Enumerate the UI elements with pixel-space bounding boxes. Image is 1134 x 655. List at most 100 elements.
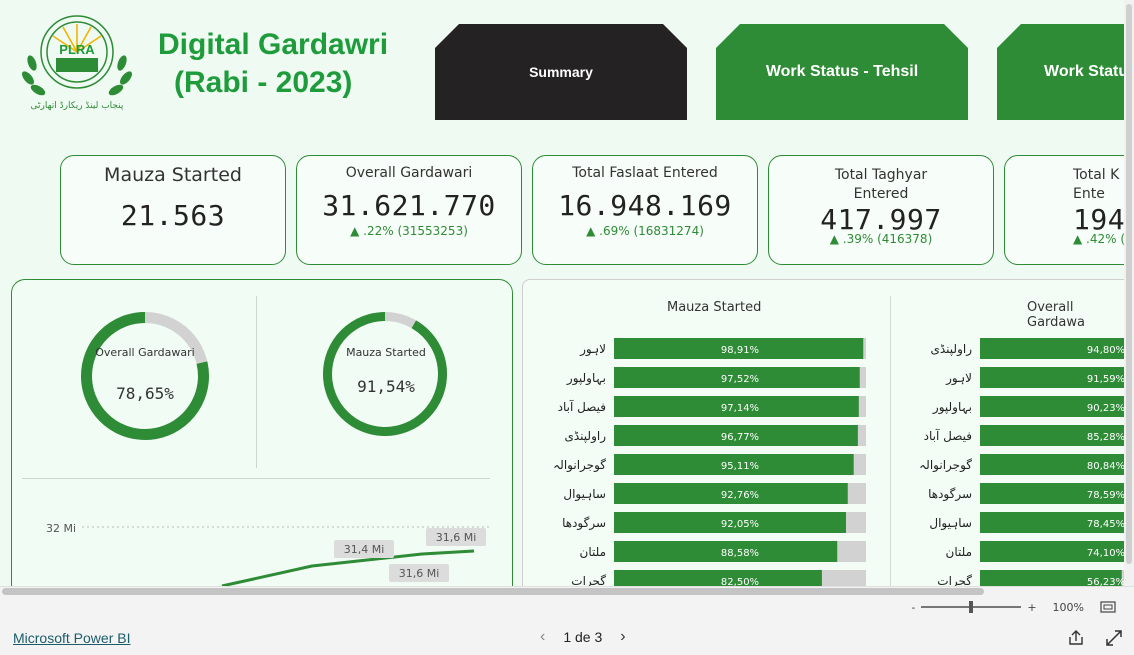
bar-value-label: 97,14% xyxy=(721,403,759,414)
zoom-out-button[interactable]: - xyxy=(911,601,915,614)
bar-category-label: راولپنڈی xyxy=(564,429,606,444)
donut-label: Overall Gardawari xyxy=(95,346,195,359)
kpi-title: Mauza Started xyxy=(104,164,242,186)
bar-value-label: 78,45% xyxy=(1087,519,1124,530)
bar-value-label: 90,23% xyxy=(1087,403,1124,414)
bar-chart-title-mauza-started: Mauza Started xyxy=(667,300,762,315)
bar xyxy=(614,570,822,586)
panel-divider xyxy=(890,296,891,586)
bar-value-label: 91,59% xyxy=(1087,374,1124,385)
kpi-value: 31.621.770 xyxy=(322,189,496,222)
kpi-value: 16.948.169 xyxy=(558,189,732,222)
svg-text:PLRA: PLRA xyxy=(59,42,95,57)
panel-separator xyxy=(22,478,490,479)
data-label: 31,4 Mi xyxy=(344,543,385,556)
y-tick: 32 Mi xyxy=(46,522,76,535)
bar-category-label: لاہور xyxy=(945,371,972,386)
line-chart: 32 Mi 31,4 Mi 31,6 Mi 31,6 Mi xyxy=(46,522,492,586)
donut-chart-mauza-started xyxy=(323,312,447,436)
bar-category-label: راولپنڈی xyxy=(930,342,972,357)
donut-arc xyxy=(323,312,447,436)
kpi-card-mauza-started: Mauza Started 21.563 xyxy=(60,155,286,265)
kpi-title: Total Taghyar Entered xyxy=(834,167,928,202)
fullscreen-icon[interactable] xyxy=(1104,628,1124,648)
summary-button-label: Summary xyxy=(529,64,593,80)
bar-category-label: گجرات xyxy=(937,574,972,586)
title-line-1: Digital Gardawri xyxy=(158,28,389,61)
kpi-delta: ▲ .22% (31553253) xyxy=(350,224,468,238)
kpi-value: 194 xyxy=(1073,204,1124,230)
zoom-slider[interactable] xyxy=(921,601,1022,613)
summary-button[interactable]: Summary xyxy=(435,24,687,120)
work-status-tehsil-button[interactable]: Work Status - Tehsil xyxy=(716,24,968,120)
report-canvas: PLRA پنجاب لینڈ ریکارڈ اتھارٹی Digital G… xyxy=(0,0,1124,586)
horizontal-scrollbar[interactable] xyxy=(2,588,984,595)
bar-value-label: 96,77% xyxy=(721,432,759,443)
kpi-value: 417.997 xyxy=(820,204,942,230)
bar-value-label: 98,91% xyxy=(721,345,759,356)
page-title: Digital Gardawri (Rabi - 2023) xyxy=(158,26,388,102)
bar-value-label: 56,23% xyxy=(1087,577,1124,586)
donut-chart-overall-gardawari xyxy=(81,312,209,440)
panel-divider xyxy=(256,296,257,468)
bar-value-label: 82,50% xyxy=(721,577,759,586)
kpi-value: 21.563 xyxy=(120,199,226,232)
bar-value-label: 80,84% xyxy=(1087,461,1124,472)
bar-value-label: 95,11% xyxy=(721,461,759,472)
kpi-card-total-faslaat: Total Faslaat Entered 16.948.169 ▲ .69% … xyxy=(532,155,758,265)
bar-chart-mauza-started: لاہور 98,91% بہاولپور 97,52% فیصل آباد 97,14%… xyxy=(553,338,866,586)
bar-category-label: گجرات xyxy=(571,574,606,586)
bar-category-label: ملتان xyxy=(580,545,607,559)
next-page-icon[interactable]: › xyxy=(620,628,625,646)
bar-value-label: 92,76% xyxy=(721,490,759,501)
zoom-slider-handle[interactable] xyxy=(969,601,974,613)
bar-category-label: ملتان xyxy=(946,545,973,559)
kpi-delta: ▲ .39% (416378) xyxy=(829,232,933,246)
work-status-tehsil-label: Work Status - Tehsil xyxy=(765,63,919,80)
fit-to-page-icon[interactable] xyxy=(1100,601,1116,613)
bar-category-label: ساہیوال xyxy=(929,516,972,531)
bar-category-label: گوجرانوالہ xyxy=(553,458,606,473)
kpi-card-total-taghyar: Total Taghyar Entered 417.997 ▲ .39% (41… xyxy=(768,155,994,265)
svg-text:پنجاب لینڈ ریکارڈ اتھارٹی: پنجاب لینڈ ریکارڈ اتھارٹی xyxy=(31,101,124,111)
bar-value-label: 92,05% xyxy=(721,519,759,530)
work-status-button[interactable]: Work Statu xyxy=(997,24,1124,120)
donut-value: 78,65% xyxy=(116,384,174,403)
bar-category-label: بہاولپور xyxy=(566,371,606,386)
kpi-card-overall-gardawari: Overall Gardawari 31.621.770 ▲ .22% (315… xyxy=(296,155,522,265)
bar-value-label: 78,59% xyxy=(1087,490,1124,501)
kpi-title: Overall Gardawari xyxy=(345,165,473,181)
bar-category-label: ساہیوال xyxy=(563,487,606,502)
previous-page-icon[interactable]: ‹ xyxy=(540,628,545,646)
share-icon[interactable] xyxy=(1066,628,1086,648)
bar-value-label: 97,52% xyxy=(721,374,759,385)
kpi-delta: ▲ .69% (16831274) xyxy=(586,224,704,238)
bar-category-label: بہاولپور xyxy=(932,400,972,415)
powerbi-link[interactable]: Microsoft Power BI xyxy=(13,630,130,646)
page-navigator: ‹ 1 de 3 › xyxy=(540,628,626,646)
bar-category-label: فیصل آباد xyxy=(558,399,606,414)
bar-category-label: لاہور xyxy=(579,342,606,357)
bar-value-label: 74,10% xyxy=(1087,548,1124,559)
bar-category-label: گوجرانوالہ xyxy=(919,458,972,473)
data-label: 31,6 Mi xyxy=(436,531,477,544)
bar-chart-title-overall-gardawari: Overall Gardawa xyxy=(1027,300,1085,330)
kpi-title: Total K Ente xyxy=(1073,167,1120,202)
bar-value-label: 88,58% xyxy=(721,548,759,559)
vertical-scrollbar[interactable] xyxy=(1124,0,1134,586)
data-label: 31,6 Mi xyxy=(399,567,440,580)
vertical-scroll-thumb[interactable] xyxy=(1126,4,1132,564)
bar-category-label: سرگودھا xyxy=(562,516,606,531)
donut-label: Mauza Started xyxy=(346,346,426,359)
bar-category-label: سرگودھا xyxy=(928,487,972,502)
zoom-in-button[interactable]: + xyxy=(1027,601,1036,614)
bar-value-label: 85,28% xyxy=(1087,432,1124,443)
plra-logo: PLRA پنجاب لینڈ ریکارڈ اتھارٹی xyxy=(22,15,132,111)
bar-value-label: 94,80% xyxy=(1087,345,1124,356)
title-line-2: (Rabi - 2023) xyxy=(174,66,353,99)
kpi-card-total-k: Total K Ente 194 ▲ .42% ( xyxy=(1004,155,1124,265)
bar-chart-overall-gardawari: راولپنڈی 94,80% لاہور 91,59% بہاولپور 90,23% ف… xyxy=(919,338,1124,586)
page-indicator: 1 de 3 xyxy=(563,629,603,645)
zoom-level: 100% xyxy=(1052,600,1084,614)
zoom-controls: - + 100% xyxy=(911,598,1116,616)
